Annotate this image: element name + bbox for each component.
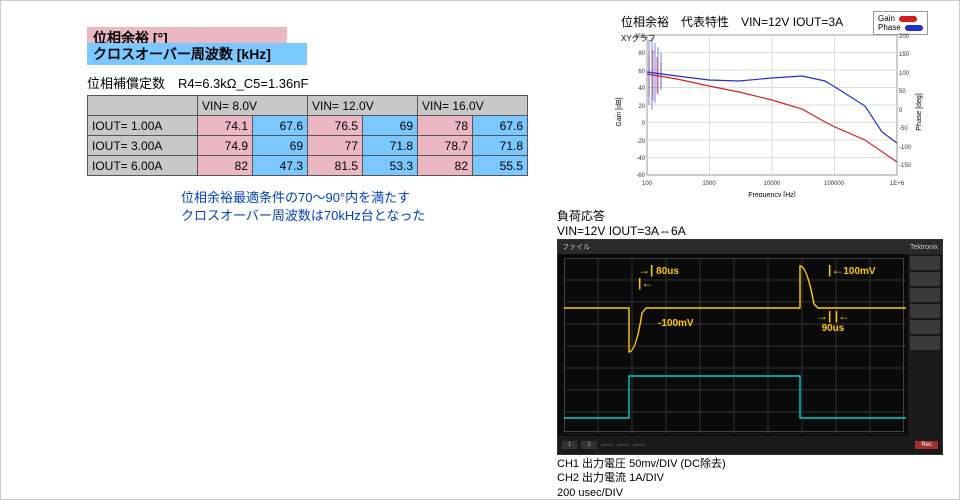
conclusion-note: 位相余裕最適条件の70～90°内を満たすクロスオーバー周波数は70kHz台となっ…: [181, 189, 425, 225]
svg-text:-60: -60: [636, 173, 645, 179]
scope-side-panel: [908, 254, 942, 436]
vin-col-2: VIN= 16.0V: [418, 96, 528, 116]
svg-text:80: 80: [638, 51, 645, 57]
header-crossover-freq: クロスオーバー周波数 [kHz]: [87, 43, 307, 65]
svg-text:-150: -150: [899, 163, 912, 169]
load-response-caption: CH1 出力電圧 50mv/DIV (DC除去) CH2 出力電流 1A/DIV…: [557, 457, 726, 500]
table-row: IOUT= 3.00A 74.969 7771.8 78.771.8: [88, 136, 528, 156]
svg-text:1000: 1000: [702, 181, 716, 187]
svg-text:50: 50: [899, 89, 906, 95]
svg-text:60: 60: [638, 69, 645, 75]
table-row: IOUT= 6.00A 8247.3 81.553.3 8255.5: [88, 156, 528, 176]
svg-text:100000: 100000: [824, 181, 845, 187]
svg-text:20: 20: [638, 104, 645, 110]
bode-ylabel-left: Gain [dB]: [616, 97, 623, 126]
svg-text:100: 100: [642, 181, 653, 187]
svg-text:-50: -50: [899, 126, 908, 132]
bode-ylabel-right: Phase [deg]: [916, 93, 923, 130]
oscilloscope-screenshot: ファイルTektronix 12Rec →| 80us|← -100mV |← …: [557, 239, 943, 455]
ann-t2: →| |← 90us: [816, 310, 850, 334]
compensation-constants: 位相補償定数 R4=6.3kΩ_C5=1.36nF: [87, 73, 308, 92]
svg-text:-100: -100: [899, 145, 912, 151]
svg-text:1E+6: 1E+6: [890, 181, 905, 187]
svg-text:40: 40: [638, 86, 645, 92]
load-response-title: 負荷応答VIN=12V IOUT=3A⇔6A: [557, 207, 686, 238]
ann-v1: -100mV: [658, 318, 694, 329]
scope-bottom-bar: 12Rec: [558, 436, 942, 454]
vin-col-0: VIN= 8.0V: [198, 96, 308, 116]
bode-plot: 100806040200-20-40-60 200150100500-50-10…: [613, 27, 929, 197]
svg-text:10000: 10000: [764, 181, 781, 187]
svg-text:0: 0: [642, 121, 646, 127]
table-row: IOUT= 1.00A 74.167.6 76.569 7867.6: [88, 116, 528, 136]
svg-text:-40: -40: [636, 156, 645, 162]
svg-text:150: 150: [899, 52, 910, 58]
vin-col-1: VIN= 12.0V: [308, 96, 418, 116]
svg-text:100: 100: [635, 34, 646, 40]
ann-v2: |← 100mV: [828, 264, 876, 277]
results-table: VIN= 8.0V VIN= 12.0V VIN= 16.0V IOUT= 1.…: [87, 95, 528, 176]
scope-waveforms: [564, 258, 906, 434]
svg-text:-20: -20: [636, 139, 645, 145]
svg-text:200: 200: [899, 34, 910, 40]
svg-text:0: 0: [899, 108, 903, 114]
bode-xlabel: Frequency [Hz]: [748, 192, 796, 197]
ann-t1: →| 80us|←: [638, 264, 679, 290]
scope-titlebar: ファイルTektronix: [558, 240, 942, 254]
svg-text:100: 100: [899, 71, 910, 77]
